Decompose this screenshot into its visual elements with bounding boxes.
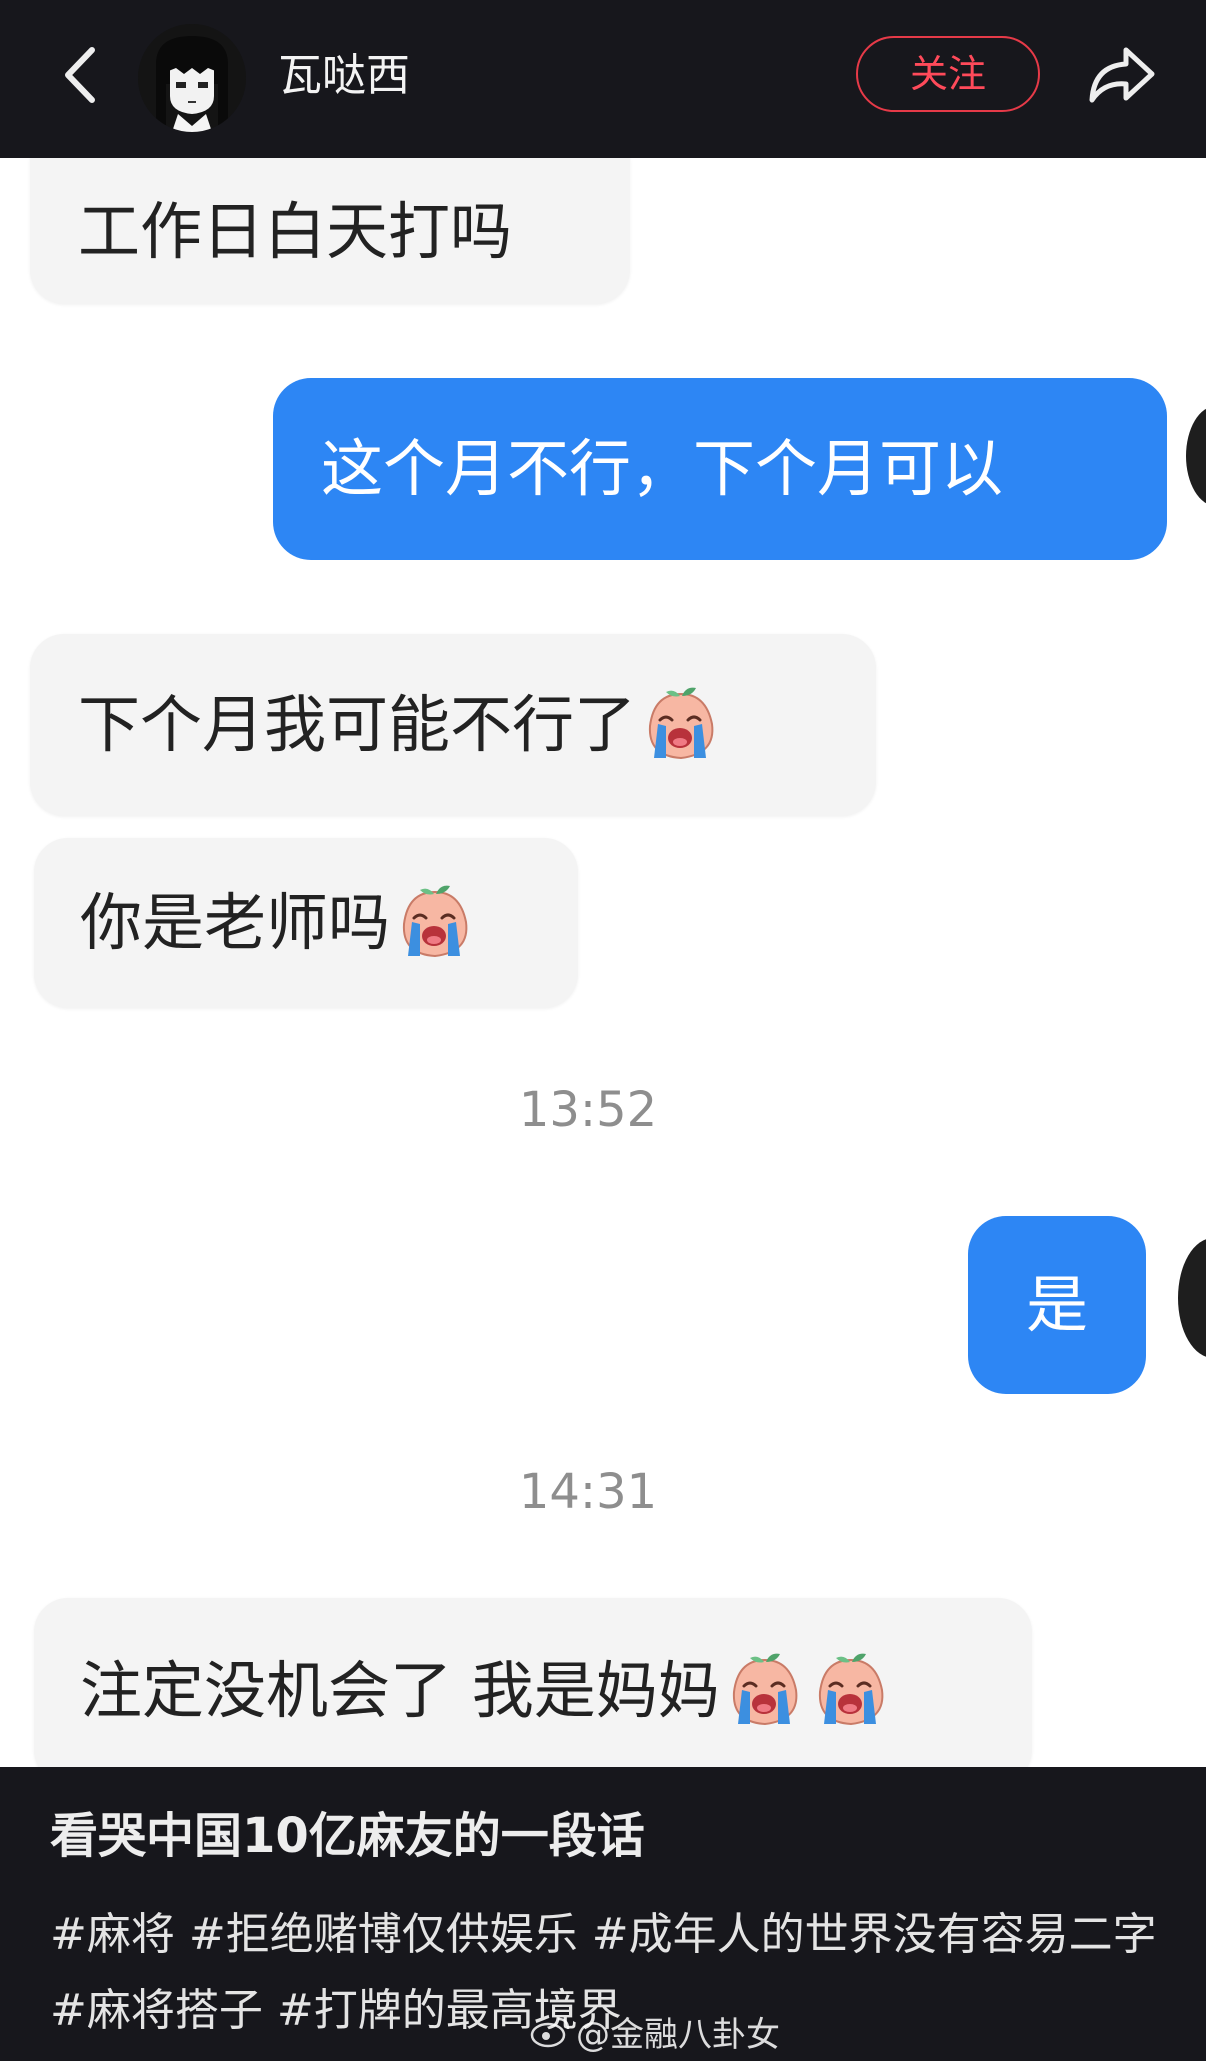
crying-peach-emoji-icon <box>810 1650 892 1732</box>
own-avatar-edge <box>1186 406 1206 506</box>
back-button[interactable] <box>48 40 118 110</box>
avatar[interactable] <box>138 24 246 132</box>
watermark-text: @金融八卦女 <box>576 2015 780 2055</box>
message-text: 注定没机会了 我是妈妈 <box>80 1654 720 1727</box>
chevron-left-icon <box>65 47 95 103</box>
own-avatar-edge <box>1178 1238 1206 1358</box>
chat-header: 瓦哒西 关注 <box>0 0 1206 158</box>
incoming-message[interactable]: 工作日白天打吗 <box>30 158 630 304</box>
message-text: 是 <box>1025 1268 1088 1341</box>
share-icon <box>1089 47 1155 103</box>
outgoing-message[interactable]: 是 <box>968 1216 1146 1394</box>
weibo-icon <box>530 2017 570 2047</box>
incoming-message[interactable]: 注定没机会了 我是妈妈 <box>34 1598 1032 1767</box>
share-button[interactable] <box>1084 40 1158 110</box>
message-text: 你是老师吗 <box>80 886 391 959</box>
crying-peach-emoji-icon <box>394 882 476 964</box>
crying-peach-emoji-icon <box>640 684 722 766</box>
timestamp: 14:31 <box>518 1464 658 1520</box>
incoming-message[interactable]: 你是老师吗 <box>34 838 578 1008</box>
outgoing-message[interactable]: 这个月不行，下个月可以 <box>273 378 1167 560</box>
message-text: 下个月我可能不行了 <box>78 688 637 761</box>
follow-button[interactable]: 关注 <box>856 36 1040 112</box>
message-text: 这个月不行，下个月可以 <box>321 432 1004 505</box>
chat-messages[interactable]: 工作日白天打吗 这个月不行，下个月可以 下个月我可能不行了 你是老师吗 13:5… <box>0 158 1206 1767</box>
chat-username[interactable]: 瓦哒西 <box>278 50 410 102</box>
incoming-message[interactable]: 下个月我可能不行了 <box>30 634 876 816</box>
avatar-anime-girl-icon <box>138 24 246 132</box>
crying-peach-emoji-icon <box>724 1650 806 1732</box>
post-caption: 看哭中国10亿麻友的一段话 #麻将 #拒绝赌博仅供娱乐 #成年人的世界没有容易二… <box>0 1767 1206 2061</box>
weibo-watermark: @金融八卦女 <box>530 2007 780 2056</box>
message-text: 工作日白天打吗 <box>78 195 513 268</box>
timestamp: 13:52 <box>518 1082 658 1138</box>
caption-title: 看哭中国10亿麻友的一段话 <box>50 1808 645 1864</box>
